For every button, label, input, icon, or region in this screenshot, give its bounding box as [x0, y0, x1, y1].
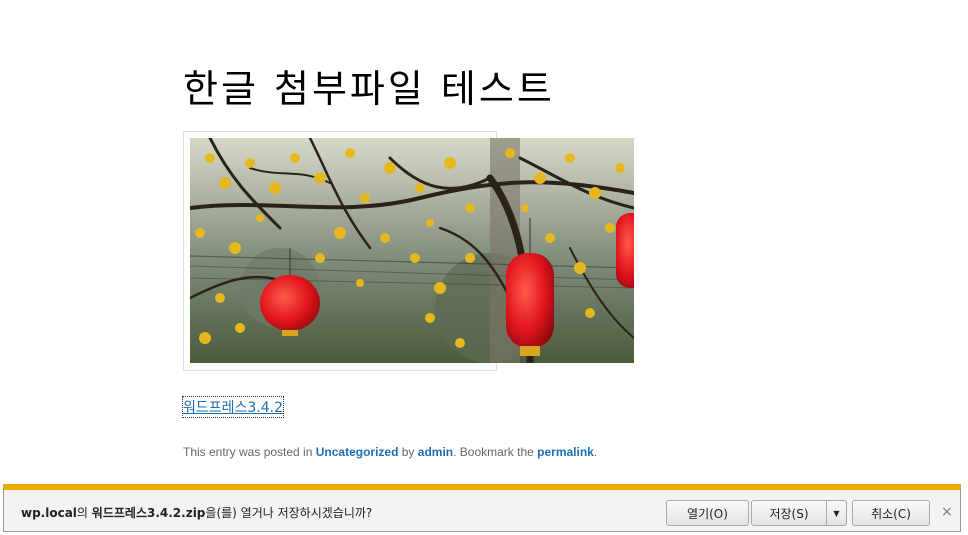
download-filename: 워드프레스3.4.2.zip [91, 506, 206, 520]
close-icon[interactable]: × [941, 504, 953, 520]
download-site: wp.local [21, 506, 77, 520]
author-link[interactable]: admin [418, 445, 453, 459]
download-prompt: wp.local의 워드프레스3.4.2.zip을(를) 열거나 저장하시겠습니… [21, 504, 372, 521]
permalink-link[interactable]: permalink [537, 445, 594, 459]
attachment-link[interactable]: 워드프레스3.4.2 [181, 396, 285, 418]
meta-bookmark: . Bookmark the [453, 445, 538, 459]
download-question: 을(를) 열거나 저장하시겠습니까? [205, 506, 373, 520]
save-label: 저장(S) [769, 506, 809, 521]
open-button[interactable]: 열기(O) [666, 500, 749, 526]
cancel-button[interactable]: 취소(C) [852, 500, 930, 526]
category-link[interactable]: Uncategorized [316, 445, 399, 459]
attachment-image[interactable] [190, 138, 634, 363]
meta-prefix: This entry was posted in [183, 445, 316, 459]
entry-meta: This entry was posted in Uncategorized b… [183, 445, 597, 459]
download-of: 의 [76, 506, 92, 520]
meta-suffix: . [593, 445, 598, 459]
post-title: 한글 첨부파일 테스트 [183, 67, 555, 112]
meta-by: by [398, 445, 418, 459]
save-button[interactable]: 저장(S) ▼ [751, 500, 847, 526]
download-notification-bar: wp.local의 워드프레스3.4.2.zip을(를) 열거나 저장하시겠습니… [3, 484, 961, 532]
save-dropdown-icon[interactable]: ▼ [826, 501, 846, 525]
lantern-photo [190, 138, 634, 363]
